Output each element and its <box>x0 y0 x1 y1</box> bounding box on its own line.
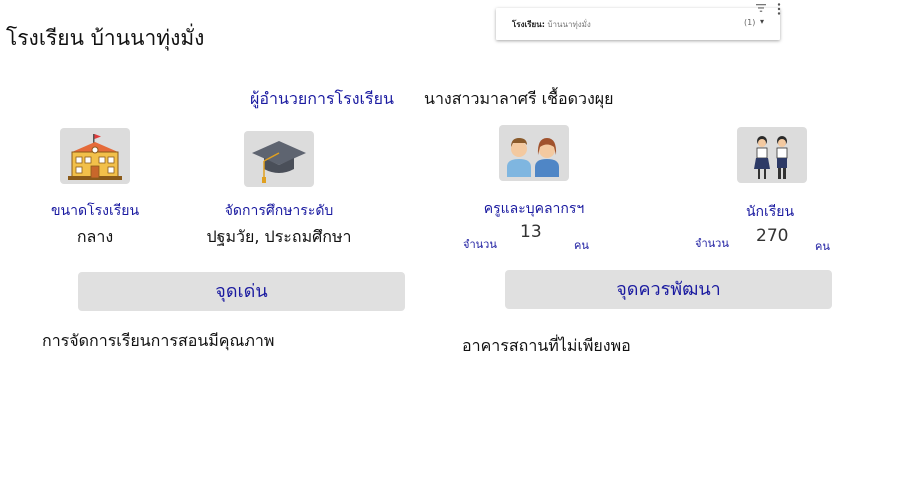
page-title: โรงเรียน บ้านนาทุ่งมั่ง <box>6 26 205 50</box>
teachers-count-prefix: จำนวน <box>463 238 497 251</box>
filter-field-value: บ้านนาทุ่งมั่ง <box>547 20 591 29</box>
teachers-label: ครูและบุคลากรฯ <box>483 201 585 217</box>
filter-icon[interactable] <box>756 3 766 13</box>
improvements-button[interactable]: จุดควรพัฒนา <box>505 270 832 309</box>
filter-label: โรงเรียน: บ้านนาทุ่งมั่ง <box>512 18 591 31</box>
teachers-icon <box>499 125 569 181</box>
chevron-down-icon[interactable]: ▾ <box>760 17 764 26</box>
students-count-prefix: จำนวน <box>695 237 729 250</box>
teachers-count-unit: คน <box>574 239 589 252</box>
students-count: 270 <box>756 226 789 246</box>
improvements-text: อาคารสถานที่ไม่เพียงพอ <box>462 336 631 355</box>
school-size-label: ขนาดโรงเรียน <box>50 203 140 219</box>
director-label: ผู้อำนวยการโรงเรียน <box>250 89 394 108</box>
filter-field-label: โรงเรียน: <box>512 20 545 29</box>
filter-count: (1) <box>744 18 756 27</box>
school-building-icon <box>60 128 130 184</box>
graduation-cap-icon <box>244 131 314 187</box>
students-icon <box>737 127 807 183</box>
strengths-text: การจัดการเรียนการสอนมีคุณภาพ <box>42 331 275 350</box>
education-level-label: จัดการศึกษาระดับ <box>224 203 334 219</box>
teachers-count: 13 <box>520 222 542 242</box>
students-label: นักเรียน <box>745 204 795 220</box>
education-level-value: ปฐมวัย, ประถมศึกษา <box>206 227 352 246</box>
school-filter[interactable]: โรงเรียน: บ้านนาทุ่งมั่ง (1) ▾ <box>496 8 780 40</box>
strengths-button[interactable]: จุดเด่น <box>78 272 405 311</box>
school-size-value: กลาง <box>76 227 114 246</box>
students-count-unit: คน <box>815 240 830 253</box>
more-vert-icon[interactable] <box>776 3 782 15</box>
director-name: นางสาวมาลาศรี เชื้อดวงผุย <box>424 89 614 108</box>
